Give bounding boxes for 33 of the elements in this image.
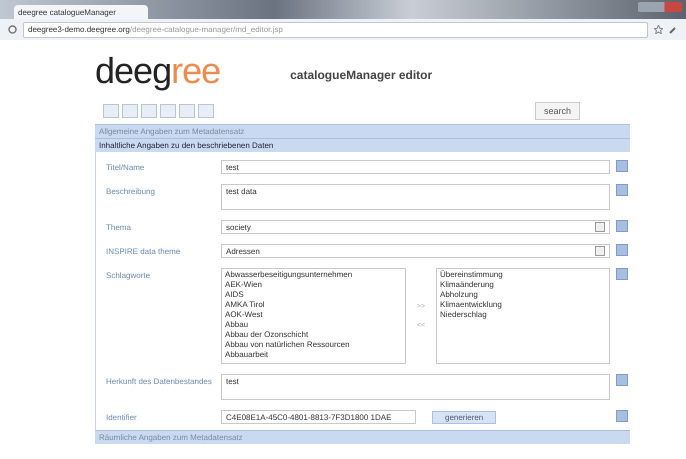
address-bar[interactable]: deegree3-demo.deegree.org/deegree-catalogue-manager/md_editor.jsp [23, 22, 648, 38]
toolbar-icon[interactable] [141, 104, 157, 118]
text-area[interactable]: test [221, 374, 610, 400]
search-button[interactable]: search [534, 102, 580, 120]
browser-tab[interactable]: deegree catalogueManager [14, 5, 148, 19]
section-header: Inhaltliche Angaben zu den beschriebenen Daten [95, 138, 630, 152]
field-label: Identifier [106, 412, 138, 422]
toolbar-icon[interactable] [179, 104, 195, 118]
field-label: Herkunft des Datenbestandes [106, 376, 213, 386]
toolbar-icon[interactable] [103, 104, 119, 118]
dropdown[interactable]: society [221, 220, 610, 234]
keyword-list[interactable]: Abwasserbeseitigungsunternehmen AEK-Wien AIDS AMKA Tirol AOK-West Abbau Abbau der Ozonschicht Abbau von natürlichen Ressourcen Abbauarbeit [221, 268, 406, 364]
window-controls[interactable] [638, 2, 682, 12]
section-header: Allgemeine Angaben zum Metadatensatz [95, 124, 630, 138]
text-field[interactable]: test [221, 160, 610, 174]
section-header: Räumliche Angaben zum Metadatensatz [95, 430, 630, 444]
identifier-field[interactable]: C4E08E1A-45C0-4801-8813-7F3D1800 1DAE [221, 410, 416, 424]
field-label: INSPIRE data theme [106, 246, 182, 256]
generate-button[interactable]: generieren [432, 410, 496, 424]
toolbar-icon[interactable] [122, 104, 138, 118]
selected-keyword-list[interactable]: Übereinstimmung Klimaänderung Abholzung Klimaentwicklung Niederschlag [436, 268, 610, 364]
logo: deegree [95, 50, 220, 92]
text-area[interactable]: test data [221, 184, 610, 210]
dropdown[interactable]: Adressen [221, 244, 610, 258]
reload-icon[interactable] [8, 25, 17, 34]
field-label: Thema [106, 222, 132, 232]
star-icon[interactable] [654, 25, 663, 34]
toolbar-icon[interactable] [160, 104, 176, 118]
toolbar-icon[interactable] [198, 104, 214, 118]
field-label: Beschreibung [106, 186, 156, 196]
field-label: Titel/Name [106, 162, 146, 172]
page-title: catalogueManager editor [290, 68, 432, 82]
field-label: Schlagworte [106, 270, 152, 280]
